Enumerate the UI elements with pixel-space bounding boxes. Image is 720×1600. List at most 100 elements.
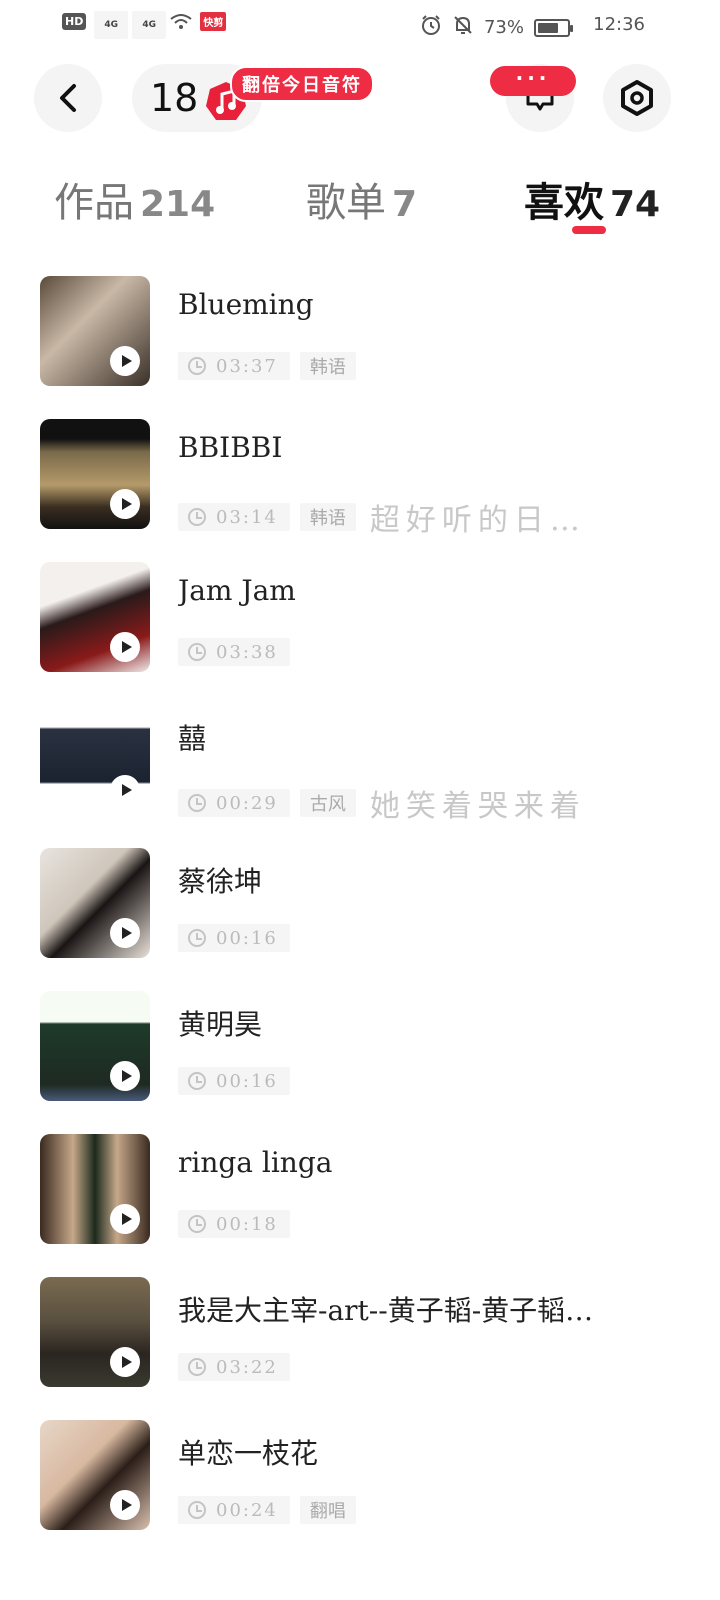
song-duration: 03:38 bbox=[216, 641, 278, 663]
clock-icon bbox=[188, 1215, 206, 1233]
song-meta: 00:18 bbox=[178, 1210, 290, 1238]
song-meta: 00:29 古风 她笑着哭来着 bbox=[178, 781, 586, 825]
song-cover-image[interactable] bbox=[40, 705, 150, 815]
profile-tabs: 作品 214 歌单 7 喜欢 74 bbox=[0, 170, 720, 240]
song-row[interactable]: ringa linga 00:18 bbox=[0, 1134, 720, 1277]
song-duration: 00:18 bbox=[216, 1213, 278, 1235]
tab-playlists[interactable]: 歌单 7 bbox=[306, 170, 417, 228]
clock-icon bbox=[188, 357, 206, 375]
song-meta: 03:37 韩语 bbox=[178, 352, 356, 380]
song-meta: 00:16 bbox=[178, 924, 290, 952]
play-icon[interactable] bbox=[110, 346, 140, 376]
signal-icon-2: 4G bbox=[132, 10, 166, 39]
play-icon[interactable] bbox=[110, 775, 140, 805]
clock-icon bbox=[188, 643, 206, 661]
hd-indicator: HD bbox=[62, 13, 87, 30]
song-title: 我是大主宰-art--黄子韬-黄子韬… bbox=[178, 1294, 594, 1327]
song-row[interactable]: Jam Jam 03:38 bbox=[0, 562, 720, 705]
song-title: Blueming bbox=[178, 288, 314, 321]
song-row[interactable]: 囍 00:29 古风 她笑着哭来着 bbox=[0, 705, 720, 848]
duration-chip: 00:16 bbox=[178, 924, 290, 952]
song-cover-image[interactable] bbox=[40, 1420, 150, 1530]
tab-likes-label: 喜欢 bbox=[524, 179, 604, 226]
status-bar: HD 4G 4G 快剪 73% 12:36 bbox=[0, 0, 720, 52]
song-row[interactable]: 单恋一枝花 00:24 翻唱 bbox=[0, 1420, 720, 1563]
back-arrow-icon bbox=[60, 84, 76, 112]
battery-icon bbox=[534, 18, 573, 37]
song-title: 黄明昊 bbox=[178, 1008, 263, 1041]
song-row[interactable]: 黄明昊 00:16 bbox=[0, 991, 720, 1134]
song-cover-image[interactable] bbox=[40, 562, 150, 672]
tab-playlists-label: 歌单 bbox=[306, 180, 386, 226]
clock-icon bbox=[188, 1501, 206, 1519]
song-cover-image[interactable] bbox=[40, 991, 150, 1101]
duration-chip: 03:14 bbox=[178, 503, 290, 531]
play-icon[interactable] bbox=[110, 1490, 140, 1520]
song-meta: 03:38 bbox=[178, 638, 290, 666]
song-cover-image[interactable] bbox=[40, 1277, 150, 1387]
signal-icon: 4G bbox=[94, 10, 128, 39]
clock-icon bbox=[188, 1072, 206, 1090]
play-icon[interactable] bbox=[110, 489, 140, 519]
song-row[interactable]: BBIBBI 03:14 韩语 超好听的日… bbox=[0, 419, 720, 562]
duration-chip: 03:22 bbox=[178, 1353, 290, 1381]
song-duration: 03:22 bbox=[216, 1356, 278, 1378]
tab-works[interactable]: 作品 214 bbox=[54, 170, 215, 228]
song-cover-image[interactable] bbox=[40, 848, 150, 958]
song-row[interactable]: 我是大主宰-art--黄子韬-黄子韬… 03:22 bbox=[0, 1277, 720, 1420]
song-tag: 韩语 bbox=[299, 352, 356, 380]
play-icon[interactable] bbox=[110, 1204, 140, 1234]
song-duration: 03:37 bbox=[216, 355, 278, 377]
tab-likes[interactable]: 喜欢 74 bbox=[524, 170, 660, 228]
clock-icon bbox=[188, 794, 206, 812]
clock-time: 12:36 bbox=[593, 14, 645, 35]
song-cover-image[interactable] bbox=[40, 419, 150, 529]
app-notification-icon: 快剪 bbox=[200, 12, 227, 31]
settings-icon bbox=[621, 80, 653, 116]
song-title: 蔡徐坤 bbox=[178, 865, 263, 898]
alarm-icon bbox=[420, 14, 442, 41]
song-tag: 翻唱 bbox=[299, 1496, 356, 1524]
mute-icon bbox=[452, 14, 474, 41]
clock-icon bbox=[188, 508, 206, 526]
liked-songs-list: Blueming 03:37 韩语 BBIBBI 03:14 韩语 超好听的日… Jam Ja… bbox=[0, 276, 720, 1563]
profile-header: 18 翻倍今日音符 ··· bbox=[0, 60, 720, 140]
tab-playlists-count: 7 bbox=[392, 184, 418, 225]
song-tag: 韩语 bbox=[299, 503, 356, 531]
song-duration: 00:29 bbox=[216, 792, 278, 814]
clock-icon bbox=[188, 929, 206, 947]
song-title: ringa linga bbox=[178, 1146, 333, 1179]
play-icon[interactable] bbox=[110, 632, 140, 662]
song-comment: 超好听的日… bbox=[369, 503, 586, 538]
active-tab-indicator bbox=[572, 226, 606, 234]
song-meta: 03:14 韩语 超好听的日… bbox=[178, 495, 586, 539]
song-meta: 00:16 bbox=[178, 1067, 290, 1095]
song-duration: 03:14 bbox=[216, 506, 278, 528]
song-title: Jam Jam bbox=[178, 574, 296, 607]
song-cover-image[interactable] bbox=[40, 1134, 150, 1244]
level-number: 18 bbox=[150, 76, 199, 120]
song-cover-image[interactable] bbox=[40, 276, 150, 386]
song-meta: 00:24 翻唱 bbox=[178, 1496, 356, 1524]
duration-chip: 03:38 bbox=[178, 638, 290, 666]
message-count-badge: ··· bbox=[490, 66, 576, 96]
song-row[interactable]: Blueming 03:37 韩语 bbox=[0, 276, 720, 419]
back-button[interactable] bbox=[34, 64, 102, 132]
settings-button[interactable] bbox=[603, 64, 671, 132]
battery-percent: 73% bbox=[483, 17, 524, 38]
tab-works-count: 214 bbox=[140, 184, 216, 225]
wifi-icon bbox=[170, 13, 192, 31]
promo-badge[interactable]: 翻倍今日音符 bbox=[230, 66, 374, 102]
play-icon[interactable] bbox=[110, 1061, 140, 1091]
song-tag: 古风 bbox=[299, 789, 356, 817]
song-title: BBIBBI bbox=[178, 431, 283, 464]
song-duration: 00:24 bbox=[216, 1499, 278, 1521]
play-icon[interactable] bbox=[110, 1347, 140, 1377]
tab-likes-count: 74 bbox=[610, 184, 661, 225]
song-row[interactable]: 蔡徐坤 00:16 bbox=[0, 848, 720, 991]
song-title: 囍 bbox=[178, 722, 207, 755]
song-duration: 00:16 bbox=[216, 927, 278, 949]
clock-icon bbox=[188, 1358, 206, 1376]
play-icon[interactable] bbox=[110, 918, 140, 948]
song-meta: 03:22 bbox=[178, 1353, 290, 1381]
